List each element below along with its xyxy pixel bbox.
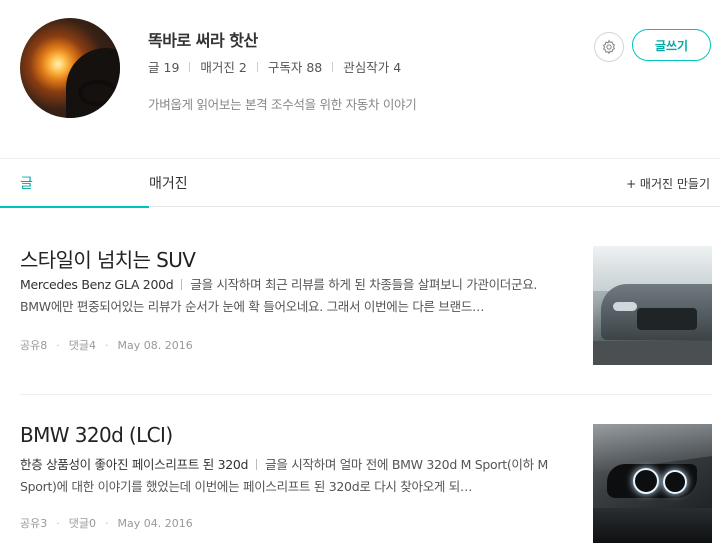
avatar-steering-wheel bbox=[78, 80, 118, 106]
post-title[interactable]: BMW 320d (LCI) bbox=[20, 423, 173, 447]
stat-magazines[interactable]: 매거진 2 bbox=[200, 57, 246, 76]
post-thumbnail[interactable] bbox=[593, 424, 712, 543]
stat-following[interactable]: 관심작가 4 bbox=[343, 57, 401, 76]
stat-label: 구독자 bbox=[267, 60, 303, 75]
meta-separator: · bbox=[56, 338, 60, 352]
thumbnail-angel-eye bbox=[663, 470, 687, 494]
thumbnail-angel-eye bbox=[633, 468, 659, 494]
post-date: May 04. 2016 bbox=[117, 516, 193, 530]
post-divider bbox=[20, 394, 712, 395]
comment-count: 댓글0 bbox=[68, 517, 96, 530]
share-count: 공유3 bbox=[20, 517, 48, 530]
thumbnail-bumper bbox=[593, 508, 712, 543]
gear-icon bbox=[602, 39, 616, 55]
stat-divider bbox=[332, 61, 334, 72]
tab-posts[interactable]: 글 bbox=[0, 159, 149, 208]
thumbnail-headlamp bbox=[613, 302, 637, 311]
meta-separator: · bbox=[56, 516, 60, 530]
post-subtitle: Mercedes Benz GLA 200d bbox=[20, 277, 174, 292]
meta-separator: · bbox=[105, 338, 109, 352]
write-button[interactable]: 글쓰기 bbox=[632, 29, 711, 61]
make-magazine-link[interactable]: + 매거진 만들기 bbox=[626, 175, 710, 192]
thumbnail-road bbox=[593, 341, 712, 365]
post-meta: 공유3 · 댓글0 · May 04. 2016 bbox=[20, 515, 193, 531]
post-title[interactable]: 스타일이 넘치는 SUV bbox=[20, 244, 196, 273]
avatar[interactable] bbox=[20, 18, 120, 118]
comment-count: 댓글4 bbox=[68, 339, 96, 352]
post-date: May 08. 2016 bbox=[117, 338, 193, 352]
tab-magazine[interactable]: 매거진 bbox=[149, 159, 188, 207]
stat-label: 매거진 bbox=[200, 60, 235, 75]
author-name[interactable]: 똑바로 써라 핫산 bbox=[148, 27, 258, 51]
stat-divider bbox=[256, 61, 258, 72]
share-count: 공유8 bbox=[20, 339, 48, 352]
post-subtitle: 한층 상품성이 좋아진 페이스리프트 된 320d bbox=[20, 457, 249, 472]
profile-tabs: 글 매거진 + 매거진 만들기 bbox=[0, 158, 720, 208]
thumbnail-grille bbox=[637, 308, 697, 330]
stat-label: 관심작가 bbox=[343, 60, 390, 75]
stat-subscribers[interactable]: 구독자 88 bbox=[268, 57, 322, 76]
stat-posts[interactable]: 글 19 bbox=[148, 57, 179, 76]
subtitle-divider bbox=[256, 459, 258, 470]
stat-divider bbox=[189, 61, 191, 72]
stat-value: 88 bbox=[306, 60, 323, 75]
meta-separator: · bbox=[105, 516, 109, 530]
settings-button[interactable] bbox=[594, 32, 624, 62]
post-excerpt[interactable]: Mercedes Benz GLA 200d 글을 시작하며 최근 리뷰를 하게 … bbox=[20, 274, 560, 318]
author-stats: 글 19 매거진 2 구독자 88 관심작가 4 bbox=[148, 57, 401, 76]
post-meta: 공유8 · 댓글4 · May 08. 2016 bbox=[20, 337, 193, 353]
post-excerpt[interactable]: 한층 상품성이 좋아진 페이스리프트 된 320d 글을 시작하며 얼마 전에 B… bbox=[20, 454, 560, 498]
author-bio: 가벼웁게 읽어보는 본격 조수석을 위한 자동차 이야기 bbox=[148, 97, 417, 112]
post-thumbnail[interactable] bbox=[593, 246, 712, 365]
subtitle-divider bbox=[181, 279, 183, 290]
stat-value: 2 bbox=[238, 60, 247, 75]
stat-label: 글 bbox=[148, 60, 160, 75]
stat-value: 19 bbox=[163, 60, 180, 75]
stat-value: 4 bbox=[393, 60, 402, 75]
profile-header: 똑바로 써라 핫산 글 19 매거진 2 구독자 88 관심작가 4 가벼웁게 … bbox=[0, 0, 720, 158]
